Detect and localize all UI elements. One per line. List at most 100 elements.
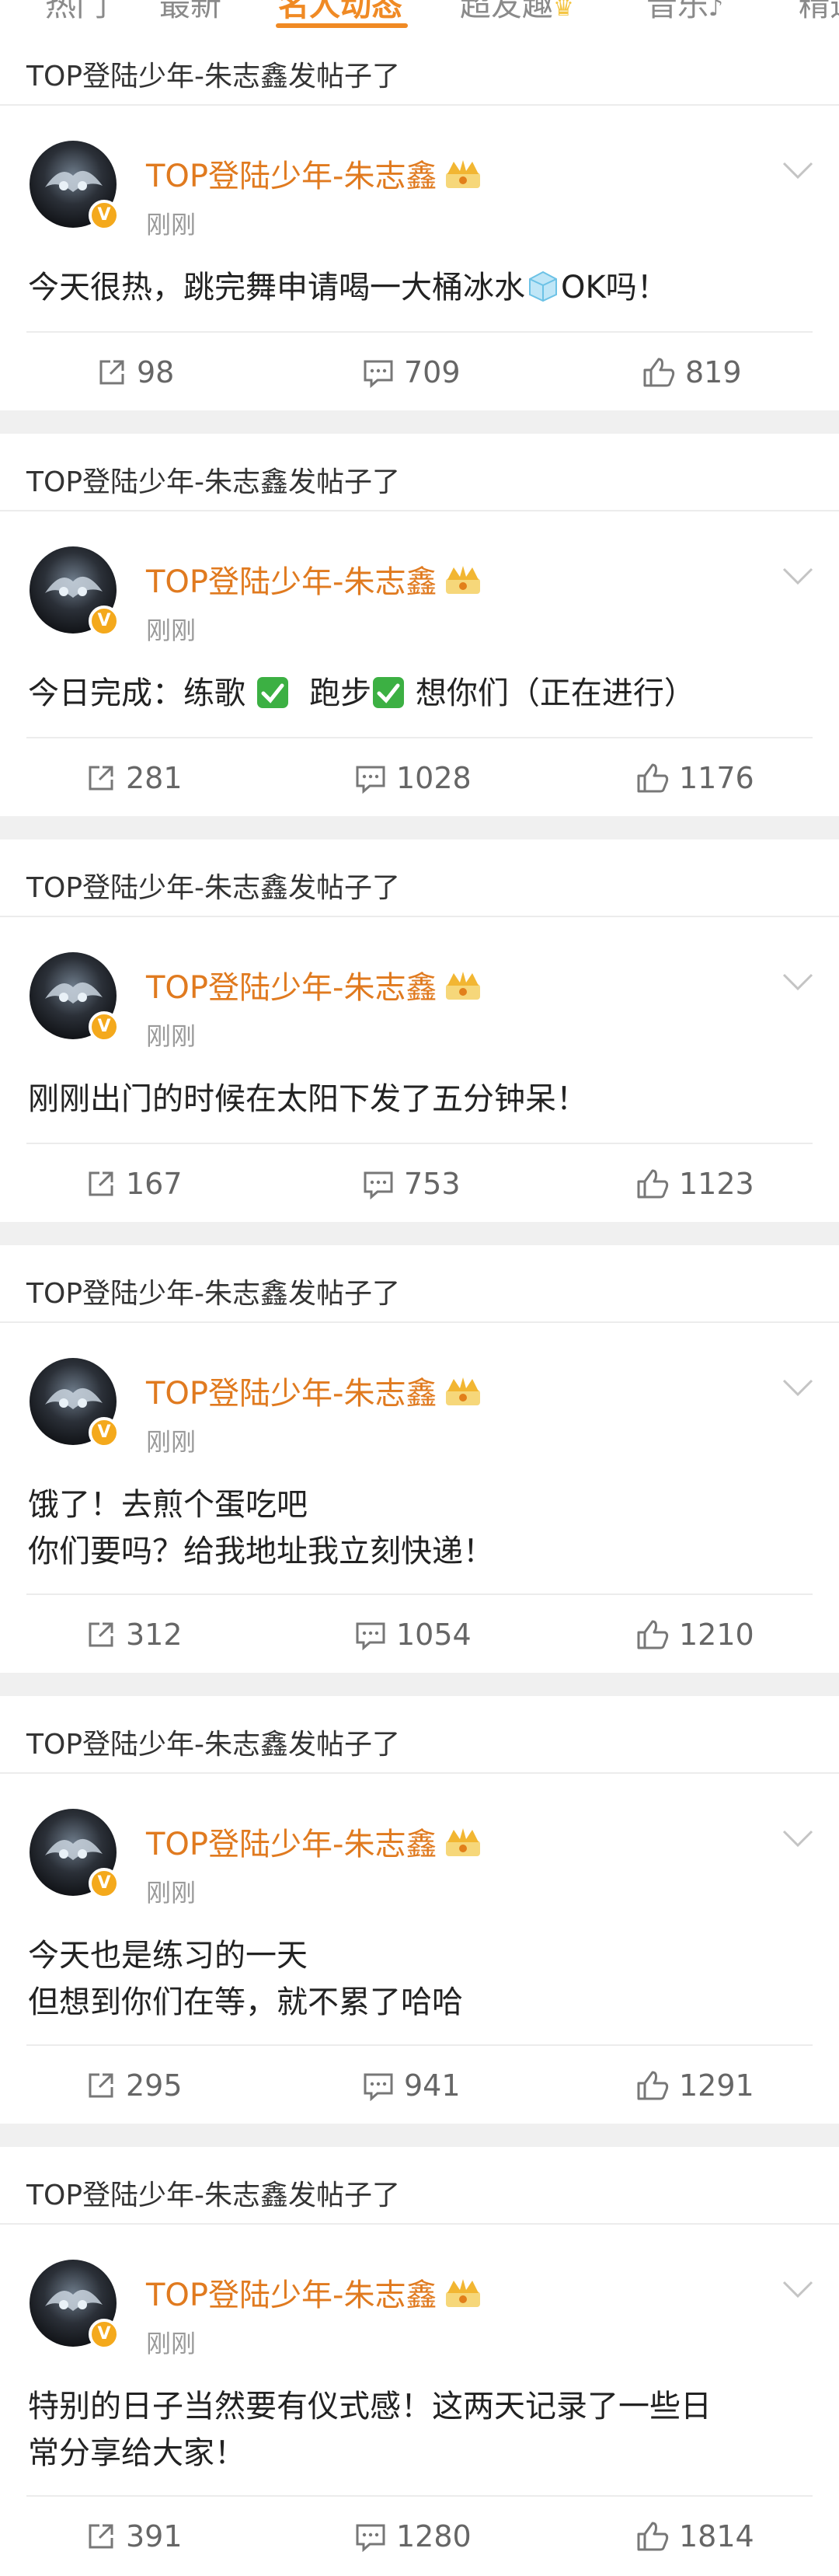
like-count: 819 [685, 355, 742, 389]
chevron-down-icon[interactable] [782, 1377, 814, 1401]
like-count: 1176 [679, 761, 754, 795]
like-button[interactable]: 819 [642, 333, 742, 412]
post-time: 刚刚 [146, 2329, 197, 2358]
repost-icon [89, 766, 113, 791]
comment-icon [364, 360, 393, 388]
repost-count: 98 [137, 355, 175, 389]
repost-button[interactable]: 391 [85, 2497, 183, 2576]
avatar[interactable]: V [30, 546, 120, 637]
author-name[interactable]: TOP登陆少年-朱志鑫 [146, 1819, 485, 1867]
post-time: 刚刚 [146, 1427, 197, 1457]
like-count: 1291 [679, 2068, 754, 2103]
post-separator [0, 2124, 839, 2147]
post-text-segment: 想你们（正在进行） [415, 675, 695, 711]
ice-cube-emoji [525, 268, 561, 317]
tab-music[interactable]: 音乐♪ [646, 0, 723, 25]
author-name[interactable]: TOP登陆少年-朱志鑫 [146, 962, 485, 1011]
avatar[interactable]: V [30, 952, 120, 1042]
comment-button[interactable]: 1028 [354, 738, 472, 818]
repost-count: 167 [126, 1167, 183, 1201]
music-note-icon: ♪ [708, 0, 724, 22]
repost-icon [89, 1171, 113, 1196]
chevron-down-icon[interactable] [782, 566, 814, 589]
author-name-text: TOP登陆少年-朱志鑫 [146, 970, 437, 1006]
thumbs-up-icon [637, 1620, 669, 1649]
post-text: 刚刚出门的时候在太阳下发了五分钟呆！ [28, 1076, 792, 1122]
tab-latest[interactable]: 最新 [159, 0, 221, 25]
chevron-down-icon[interactable] [782, 1828, 814, 1852]
like-button[interactable]: 1291 [635, 2046, 754, 2125]
comment-button[interactable]: 709 [362, 333, 461, 412]
comment-button[interactable]: 941 [362, 2046, 461, 2125]
post-separator [0, 1673, 839, 1696]
crown-badge-icon [441, 563, 485, 605]
crown-icon: ♛ [553, 0, 574, 22]
comment-count: 1028 [396, 761, 472, 795]
author-name[interactable]: TOP登陆少年-朱志鑫 [146, 151, 485, 199]
post-actions: 167 753 1123 [26, 1143, 813, 1223]
chevron-down-icon[interactable] [782, 972, 814, 995]
thumbs-up-icon [637, 2071, 669, 2100]
crown-badge-icon [441, 157, 485, 199]
thumbs-up-icon [637, 763, 669, 793]
comment-icon [364, 2073, 393, 2101]
post-actions: 312 1054 1210 [26, 1593, 813, 1674]
repost-icon [99, 360, 124, 385]
verified-v-icon: V [89, 2319, 120, 2350]
comment-count: 1054 [396, 1618, 472, 1652]
tab-celebrity[interactable]: 名人动态 [278, 0, 402, 25]
thumbs-up-icon [643, 358, 675, 387]
comment-count: 709 [404, 355, 461, 389]
avatar[interactable]: V [30, 141, 120, 231]
author-name[interactable]: TOP登陆少年-朱志鑫 [146, 1368, 485, 1416]
tab-hot[interactable]: 热门 [45, 0, 107, 25]
thumbs-up-icon [637, 1169, 669, 1199]
avatar[interactable]: V [30, 2260, 120, 2350]
verified-v-icon: V [89, 606, 120, 637]
post-text: 今日完成：练歌 跑步 想你们（正在进行） [28, 670, 792, 723]
author-name-text: TOP登陆少年-朱志鑫 [146, 2278, 437, 2313]
avatar[interactable]: V [30, 1358, 120, 1448]
comment-count: 753 [404, 1167, 461, 1201]
like-button[interactable]: 1814 [635, 2497, 754, 2576]
avatar[interactable]: V [30, 1809, 120, 1899]
chevron-down-icon[interactable] [782, 2279, 814, 2302]
comment-button[interactable]: 1280 [354, 2497, 472, 2576]
like-button[interactable]: 1176 [635, 738, 754, 818]
comment-count: 941 [404, 2068, 461, 2103]
tab-music-label: 音乐 [646, 0, 708, 23]
post-separator [0, 816, 839, 839]
check-mark-emoji [371, 675, 406, 723]
verified-v-icon: V [89, 200, 120, 231]
like-button[interactable]: 1123 [635, 1144, 754, 1223]
verified-v-icon: V [89, 1011, 120, 1042]
repost-button[interactable]: 167 [85, 1144, 183, 1223]
post-text-line: 你们要吗？给我地址我立刻快递！ [28, 1534, 494, 1569]
tab-super-fun[interactable]: 超友趣♛ [460, 0, 574, 25]
like-button[interactable]: 1210 [635, 1595, 754, 1674]
comment-button[interactable]: 753 [362, 1144, 461, 1223]
group-header: TOP登陆少年-朱志鑫发帖子了 [0, 28, 839, 106]
crown-badge-icon [441, 1825, 485, 1867]
post-actions: 281 1028 1176 [26, 737, 813, 818]
post-actions: 295 941 1291 [26, 2044, 813, 2125]
post-text: 特别的日子当然要有仪式感！这两天记录了一些日 常分享给大家！ [28, 2383, 792, 2477]
post-text-line: 但想到你们在等，就不累了哈哈 [28, 1984, 463, 2020]
post-time: 刚刚 [146, 1021, 197, 1051]
repost-button[interactable]: 281 [85, 738, 183, 818]
post-text-line: 今天很热，跳完舞申请喝一大桶冰水 [28, 270, 525, 305]
tab-super-fun-label: 超友趣 [460, 0, 553, 23]
repost-button[interactable]: 295 [85, 2046, 183, 2125]
comment-button[interactable]: 1054 [354, 1595, 472, 1674]
crown-badge-icon [441, 1374, 485, 1416]
repost-button[interactable]: 312 [85, 1595, 183, 1674]
repost-count: 295 [126, 2068, 183, 2103]
author-name[interactable]: TOP登陆少年-朱志鑫 [146, 2270, 485, 2318]
repost-button[interactable]: 98 [96, 333, 174, 412]
comment-icon [356, 2524, 385, 2552]
author-name[interactable]: TOP登陆少年-朱志鑫 [146, 557, 485, 605]
author-name-text: TOP登陆少年-朱志鑫 [146, 1376, 437, 1412]
repost-count: 391 [126, 2519, 183, 2553]
tab-featured[interactable]: 精选 [799, 0, 839, 25]
chevron-down-icon[interactable] [782, 160, 814, 183]
